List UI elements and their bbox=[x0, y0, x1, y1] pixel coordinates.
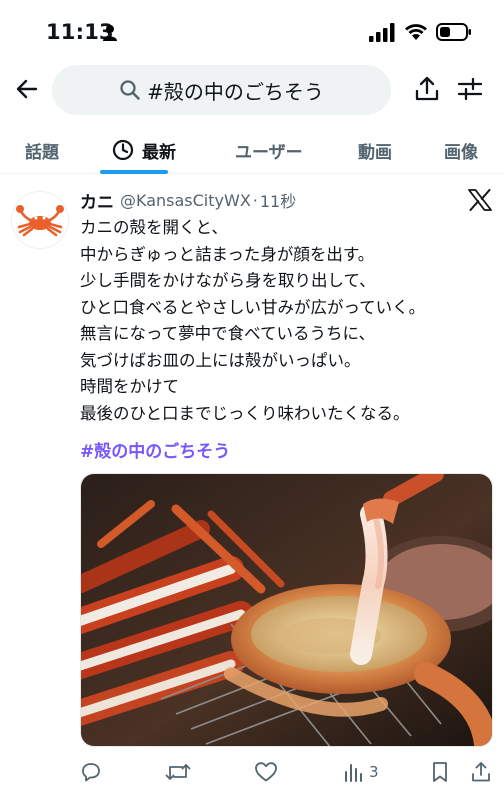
tab-label: 話題 bbox=[25, 142, 59, 163]
tweet-time[interactable]: 11秒 bbox=[260, 188, 296, 212]
search-icon bbox=[119, 79, 141, 101]
tweet-text: カニの殻を開くと、 中からぎゅっと詰まった身が顔を出す。 少し手間をかけながら身… bbox=[80, 215, 500, 427]
back-arrow-icon bbox=[16, 79, 38, 99]
tweet-line: 最後のひと口までじっくり味わいたくなる。 bbox=[80, 403, 410, 423]
tab-users[interactable]: ユーザー bbox=[235, 126, 303, 174]
tab-videos[interactable]: 動画 bbox=[358, 126, 392, 174]
tab-latest[interactable]: 最新 bbox=[112, 126, 176, 174]
tab-trending[interactable]: 話題 bbox=[25, 126, 59, 174]
views-count: 3 bbox=[369, 763, 379, 781]
x-logo-icon bbox=[468, 189, 492, 211]
search-tabs: 話題 最新 ユーザー 動画 画像 bbox=[0, 126, 504, 174]
back-button[interactable] bbox=[10, 72, 44, 106]
tab-label: 画像 bbox=[444, 142, 478, 163]
crab-icon bbox=[16, 205, 64, 237]
hashtag-link[interactable]: #殻の中のごちそう bbox=[80, 437, 230, 462]
status-bar: 11:13 bbox=[0, 0, 504, 62]
search-input[interactable]: #殻の中のごちそう bbox=[52, 65, 391, 115]
retweet-button[interactable] bbox=[165, 757, 191, 787]
filter-icon bbox=[457, 77, 483, 101]
author-handle[interactable]: @KansasCityWX bbox=[120, 191, 251, 210]
like-button[interactable] bbox=[254, 757, 278, 787]
tweet-line: 少し手間をかけながら身を取り出して、 bbox=[80, 271, 376, 290]
filter-button[interactable] bbox=[453, 72, 487, 106]
author-name[interactable]: カニ bbox=[80, 188, 114, 213]
share-tweet-button[interactable] bbox=[470, 757, 492, 787]
search-header: #殻の中のごちそう bbox=[0, 62, 504, 118]
search-query: #殻の中のごちそう bbox=[147, 79, 324, 104]
share-icon bbox=[472, 762, 490, 782]
tweet-header: カニ @KansasCityWX · 11秒 bbox=[80, 187, 296, 213]
share-icon bbox=[415, 76, 439, 101]
tweet-actions: 3 bbox=[0, 757, 504, 787]
avatar[interactable] bbox=[11, 191, 69, 249]
retweet-icon bbox=[165, 764, 191, 780]
share-button[interactable] bbox=[410, 72, 444, 106]
heart-icon bbox=[255, 762, 277, 782]
battery-icon bbox=[436, 23, 471, 41]
tab-images[interactable]: 画像 bbox=[444, 126, 478, 174]
person-icon bbox=[103, 25, 117, 41]
tab-label: 最新 bbox=[142, 142, 176, 163]
reply-icon bbox=[82, 763, 100, 782]
separator: · bbox=[252, 190, 258, 210]
tweet-line: カニの殻を開くと、 bbox=[80, 218, 228, 237]
bookmark-icon bbox=[433, 762, 447, 782]
wifi-icon bbox=[405, 24, 427, 40]
tweet[interactable]: カニ @KansasCityWX · 11秒 カニの殻を開くと、 中からぎゅっと… bbox=[0, 175, 504, 800]
tweet-line: 中からぎゅっと詰まった身が顔を出す。 bbox=[80, 244, 375, 264]
tweet-line: ひと口食べるとやさしい甘みが広がっていく。 bbox=[80, 297, 426, 317]
signal-icon bbox=[369, 23, 395, 42]
tweet-line: 気づけばお皿の上には殻がいっぱい。 bbox=[80, 350, 361, 370]
crab-photo bbox=[81, 474, 492, 746]
tweet-line: 時間をかけて bbox=[80, 377, 179, 396]
clock-icon bbox=[112, 139, 134, 161]
views-button[interactable]: 3 bbox=[343, 757, 379, 787]
views-icon bbox=[345, 764, 362, 782]
reply-button[interactable] bbox=[80, 757, 102, 787]
tab-label: ユーザー bbox=[235, 142, 303, 163]
active-tab-indicator bbox=[100, 170, 168, 174]
tweet-line: 無言になって夢中で食べているうちに、 bbox=[80, 324, 376, 343]
tab-label: 動画 bbox=[358, 142, 392, 163]
bookmark-button[interactable] bbox=[430, 757, 450, 787]
tweet-photo[interactable] bbox=[80, 473, 493, 747]
